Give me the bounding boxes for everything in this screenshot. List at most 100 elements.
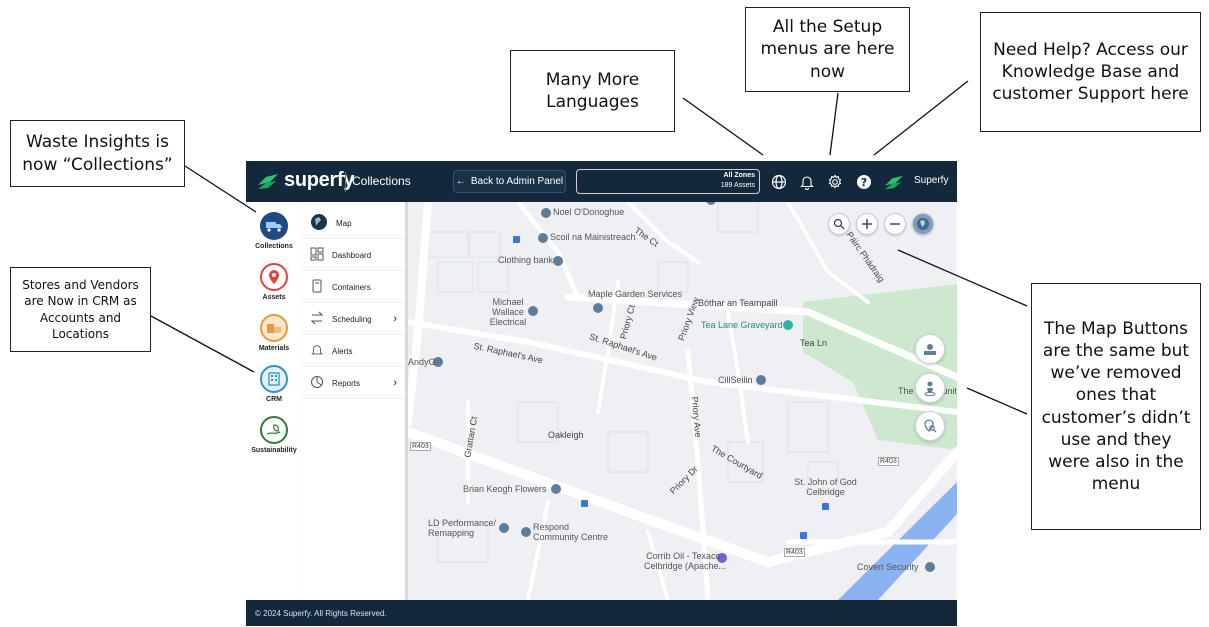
rail-label: Assets	[262, 294, 286, 301]
app-window: superfy Collections ← Back to Admin Pane…	[246, 161, 957, 626]
leaf-hand-icon	[260, 416, 288, 444]
map-place-label[interactable]: Tea Lane Graveyard	[701, 320, 783, 330]
map-canvas[interactable]: Noel O'Donoghue Scoil na Mainistreach Cl…	[408, 202, 957, 600]
map-place-label[interactable]: Corrib Oil - Texaco - Celbridge (Apache.…	[636, 551, 726, 572]
map-place-label[interactable]: Michael Wallace Electrical	[478, 297, 538, 328]
zoom-in-button[interactable]	[856, 213, 878, 235]
menu-item-label: Reports	[332, 378, 361, 388]
road-shield: R403	[784, 548, 805, 557]
callout-help: Need Help? Access our Knowledge Base and…	[980, 12, 1201, 132]
header-divider	[345, 172, 346, 192]
road-shield: R403	[410, 442, 431, 451]
map-place-label[interactable]: Covert Security	[857, 562, 919, 572]
rail-item-crm[interactable]: CRM	[246, 365, 302, 403]
menu-item-label: Map	[336, 218, 352, 228]
connector-help	[873, 80, 969, 156]
map-tool-button[interactable]	[915, 411, 945, 441]
map-place-label[interactable]: Respond Community Centre	[533, 522, 613, 543]
connector-languages	[682, 97, 764, 156]
map-tool-button[interactable]	[915, 334, 945, 364]
rail-item-materials[interactable]: Materials	[246, 314, 302, 352]
map-pin-stack-icon	[924, 344, 936, 355]
top-bar: superfy Collections ← Back to Admin Pane…	[246, 161, 957, 202]
location-search-icon	[924, 419, 937, 433]
globe-icon	[310, 213, 328, 233]
connector-crm	[150, 315, 255, 373]
menu-item-containers[interactable]: Containers	[302, 272, 405, 303]
person-location-icon	[924, 381, 936, 396]
container-icon	[310, 279, 324, 295]
map-place-label[interactable]: LD Performance/ Remapping	[428, 518, 498, 539]
gear-icon[interactable]	[826, 173, 844, 191]
chevron-right-icon: ›	[393, 377, 397, 389]
map-tool-button[interactable]	[915, 373, 945, 403]
arrow-left-icon: ←	[455, 176, 466, 187]
bell-icon[interactable]	[798, 173, 816, 191]
side-menu: Map Dashboard Containers Scheduling › Al…	[302, 202, 408, 600]
callout-setup: All the Setup menus are here now	[745, 7, 910, 92]
copyright-text: © 2024 Superfy. All Rights Reserved.	[255, 609, 387, 618]
map-place-label[interactable]: Scoil na Mainistreach	[550, 232, 636, 242]
menu-item-label: Dashboard	[332, 250, 372, 260]
menu-item-reports[interactable]: Reports ›	[302, 368, 405, 399]
magnifier-icon	[833, 218, 845, 230]
callout-collections: Waste Insights is now “Collections”	[10, 120, 185, 187]
user-name[interactable]: Superfy	[914, 175, 948, 186]
report-icon	[310, 375, 324, 391]
map-place-label[interactable]: CillSeilin	[718, 375, 753, 385]
menu-item-scheduling[interactable]: Scheduling ›	[302, 304, 405, 335]
street-label: Bóthar an Teampaill	[698, 298, 778, 308]
help-icon[interactable]: ?	[855, 173, 873, 191]
truck-icon	[260, 212, 288, 240]
building-icon	[260, 365, 288, 393]
zone-asset-count: 189 Assets	[720, 182, 755, 189]
rail-label: Collections	[255, 243, 293, 250]
minus-icon	[890, 223, 900, 225]
menu-item-map[interactable]: Map	[302, 208, 405, 239]
menu-item-dashboard[interactable]: Dashboard	[302, 240, 405, 271]
back-button-label: Back to Admin Panel	[470, 176, 564, 187]
connector-map-side	[966, 387, 1028, 415]
swap-arrows-icon	[310, 311, 324, 327]
callout-crm: Stores and Vendors are Now in CRM as Acc…	[10, 267, 151, 352]
menu-item-alerts[interactable]: Alerts	[302, 336, 405, 367]
map-pin-icon	[260, 263, 288, 291]
menu-item-label: Alerts	[332, 346, 353, 356]
rail-item-collections[interactable]: Collections	[246, 212, 302, 250]
bell-icon	[310, 343, 324, 359]
zone-title: All Zones	[723, 172, 755, 179]
earth-icon	[917, 218, 929, 230]
footer: © 2024 Superfy. All Rights Reserved.	[246, 600, 957, 626]
map-search-button[interactable]	[828, 213, 850, 235]
map-place-label[interactable]: Clothing bank	[498, 255, 553, 265]
dashboard-icon	[310, 247, 324, 263]
callout-map-buttons: The Map Buttons are the same but we’ve r…	[1031, 283, 1201, 530]
plus-icon	[862, 219, 872, 229]
rail-item-assets[interactable]: Assets	[246, 263, 302, 301]
road-shield: R403	[878, 457, 899, 466]
map-place-label: Oakleigh	[548, 430, 584, 440]
connector-setup	[829, 92, 839, 156]
superfy-logo[interactable]: superfy	[256, 169, 354, 192]
module-title: Collections	[352, 174, 411, 188]
back-to-admin-button[interactable]: ← Back to Admin Panel	[453, 170, 566, 193]
menu-item-label: Scheduling	[332, 314, 372, 324]
map-place-label[interactable]: Maple Garden Services	[588, 289, 682, 299]
rail-label: Materials	[258, 345, 290, 352]
language-globe-icon[interactable]	[770, 173, 788, 191]
map-place-label[interactable]: St. John of God Celbridge	[788, 477, 863, 498]
map-place-label[interactable]: Noel O'Donoghue	[553, 207, 624, 217]
superfy-user-logo-icon[interactable]	[882, 173, 906, 191]
callout-languages: Many More Languages	[510, 50, 675, 132]
zone-selector[interactable]: All Zones 189 Assets	[576, 169, 760, 194]
svg-text:?: ?	[861, 176, 867, 189]
zoom-out-button[interactable]	[884, 213, 906, 235]
chevron-right-icon: ›	[393, 313, 397, 325]
map-place-label[interactable]: AndyG	[408, 357, 436, 367]
street-label: Tea Ln	[800, 338, 828, 348]
materials-icon	[260, 314, 288, 342]
map-place-label[interactable]: Brian Keogh Flowers	[463, 484, 547, 494]
map-layer-button[interactable]	[912, 213, 934, 235]
rail-item-sustainability[interactable]: Sustainability	[246, 416, 302, 454]
rail-label: Sustainability	[251, 447, 297, 454]
